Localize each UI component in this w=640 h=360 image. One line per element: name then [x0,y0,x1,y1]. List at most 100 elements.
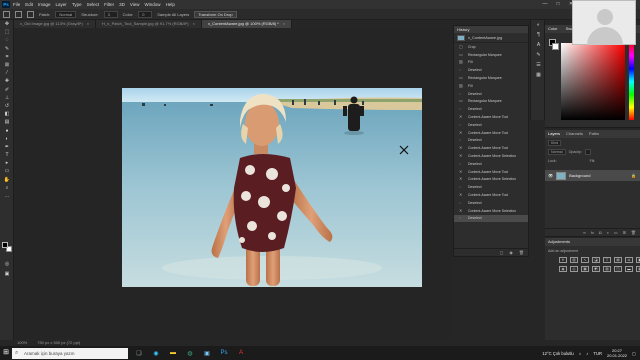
history-item[interactable]: ◌ Deselect [454,66,528,74]
lock-icon[interactable]: 🔒 [631,173,636,178]
close-icon[interactable]: × [193,21,195,26]
menu-image[interactable]: Image [38,2,51,7]
history-item[interactable]: ✕ Content-Aware Move Selection [454,152,528,160]
black-white-icon[interactable]: ◧ [636,257,640,263]
color-balance-icon[interactable]: ⚖ [625,257,633,263]
edge-icon[interactable]: ◉ [150,347,162,359]
sample-all-layers-checkbox[interactable]: Sample All Layers [157,12,189,17]
stamp-tool-icon[interactable]: ⊥ [0,94,14,102]
healing-tool-icon[interactable]: ✚ [0,77,14,85]
history-title[interactable]: History [454,26,528,33]
history-item[interactable]: ▭ Rectangular Marquee [454,98,528,106]
screen-mode-icon[interactable]: ▣ [0,270,14,278]
layer-name[interactable]: Background [569,173,590,178]
eyedropper-tool-icon[interactable]: ⁄ [0,69,14,77]
lasso-tool-icon[interactable]: ◌ [0,36,14,44]
menu-3d[interactable]: 3D [119,2,125,7]
photoshop-taskbar-icon[interactable]: Ps [218,347,230,359]
history-item[interactable]: ▭ Rectangular Marquee [454,51,528,59]
tab-paths[interactable]: Paths [589,130,599,138]
color-field-picker[interactable] [561,43,625,120]
brightness-icon[interactable]: ☀ [559,257,567,263]
menu-help[interactable]: Help [166,2,175,7]
menu-view[interactable]: View [130,2,140,7]
volume-icon[interactable]: ♪ [586,351,588,356]
color-lookup-icon[interactable]: ▦ [581,266,589,272]
new-document-icon[interactable]: ▢ [500,250,504,255]
quick-select-tool-icon[interactable]: ✎ [0,45,14,53]
menu-type[interactable]: Type [72,2,82,7]
selective-color-icon[interactable]: ▩ [636,266,640,272]
history-item[interactable]: ✕ Content-Aware Move Tool [454,113,528,121]
paragraph-icon[interactable]: ¶ [531,30,546,40]
tab-channels[interactable]: Channels [566,130,583,138]
history-item[interactable]: ▨ Fill [454,59,528,67]
pen-tool-icon[interactable]: ✒ [0,143,14,151]
acrobat-icon[interactable]: A [235,347,247,359]
link-icon[interactable]: ∞ [583,230,586,235]
kind-filter[interactable]: Kind [548,139,562,146]
history-item[interactable]: ◌ Deselect [454,183,528,191]
adjustments-title[interactable]: Adjustments [545,238,640,246]
posterize-icon[interactable]: ▧ [603,266,611,272]
history-item[interactable]: ◌ Deselect [454,90,528,98]
fx-icon[interactable]: fx [591,230,594,235]
quick-mask-icon[interactable]: ◎ [0,260,14,268]
menu-select[interactable]: Select [87,2,100,7]
channel-mixer-icon[interactable]: ◎ [570,266,578,272]
move-tool-icon[interactable]: ✥ [0,20,14,28]
gradient-map-icon[interactable]: ▬ [625,266,633,272]
windows-start-icon[interactable]: ⊞ [0,346,12,360]
frame-tool-icon[interactable]: ⊠ [0,61,14,69]
history-item[interactable]: ✕ Content-Aware Move Tool [454,144,528,152]
zoom-tool-icon[interactable]: ⌕ [0,184,14,192]
patch-select[interactable]: Normal [55,10,77,18]
canvas-area[interactable] [15,28,452,339]
history-item[interactable]: ✕ Content-Aware Move Tool [454,129,528,137]
explorer-icon[interactable]: ▬ [167,347,179,359]
notifications-icon[interactable]: ▢ [632,351,636,356]
mask-icon[interactable]: ◘ [599,230,601,235]
history-item[interactable]: ✕ Content-Aware Move Selection [454,207,528,215]
history-item[interactable]: ◌ Deselect [454,214,528,223]
tab-color[interactable]: Color [548,25,558,33]
menu-layer[interactable]: Layer [56,2,67,7]
type-tool-icon[interactable]: T [0,151,14,159]
threshold-icon[interactable]: ◫ [614,266,622,272]
document-image[interactable] [122,88,422,287]
menu-filter[interactable]: Filter [104,2,114,7]
foreground-color-swatch[interactable] [2,242,8,248]
history-item[interactable]: ▭ Rectangular Marquee [454,74,528,82]
history-item[interactable]: ◌ Deselect [454,105,528,113]
gradient-tool-icon[interactable]: ▤ [0,118,14,126]
history-brush-icon[interactable]: ↺ [0,102,14,110]
dodge-tool-icon[interactable]: ◐ [0,135,14,143]
color-field[interactable]: 0 [138,10,153,18]
minimize-button[interactable]: — [540,0,550,9]
structure-field[interactable]: 3 [103,10,118,18]
tab-patch-sample[interactable]: H_n_Patch_Tool_Sample.jpg @ 91.7% (RGB/8… [96,20,202,28]
clock[interactable]: 20:27 20.01.2022 [607,348,627,358]
libraries-icon[interactable]: ▦ [531,70,546,80]
close-icon[interactable]: × [87,21,89,26]
history-item[interactable]: ◌ Deselect [454,121,528,129]
color-panel-icon[interactable]: ◐ [531,20,546,30]
marquee-tool-icon[interactable]: ⬚ [0,28,14,36]
history-item[interactable]: ◌ Deselect [454,137,528,145]
menu-file[interactable]: File [13,2,20,7]
eraser-tool-icon[interactable]: ◧ [0,110,14,118]
add-selection-icon[interactable] [27,10,34,18]
transform-on-drop-checkbox[interactable]: Transform On Drop [194,10,237,18]
new-selection-icon[interactable] [15,10,22,18]
bg-swatch[interactable] [552,43,559,50]
blur-tool-icon[interactable]: ● [0,126,14,134]
taskbar-search-input[interactable]: Aramak için buraya yazın [12,347,128,359]
eye-icon[interactable]: 👁 [548,173,553,178]
history-item[interactable]: ▨ Fill [454,82,528,90]
character-icon[interactable]: A [531,40,546,50]
trash-icon[interactable]: 🗑 [631,230,636,235]
shape-tool-icon[interactable]: ▭ [0,167,14,175]
chrome-icon[interactable]: ◍ [184,347,196,359]
history-item[interactable]: ◌ Deselect [454,160,528,168]
blend-mode-select[interactable]: Normal [548,148,566,155]
